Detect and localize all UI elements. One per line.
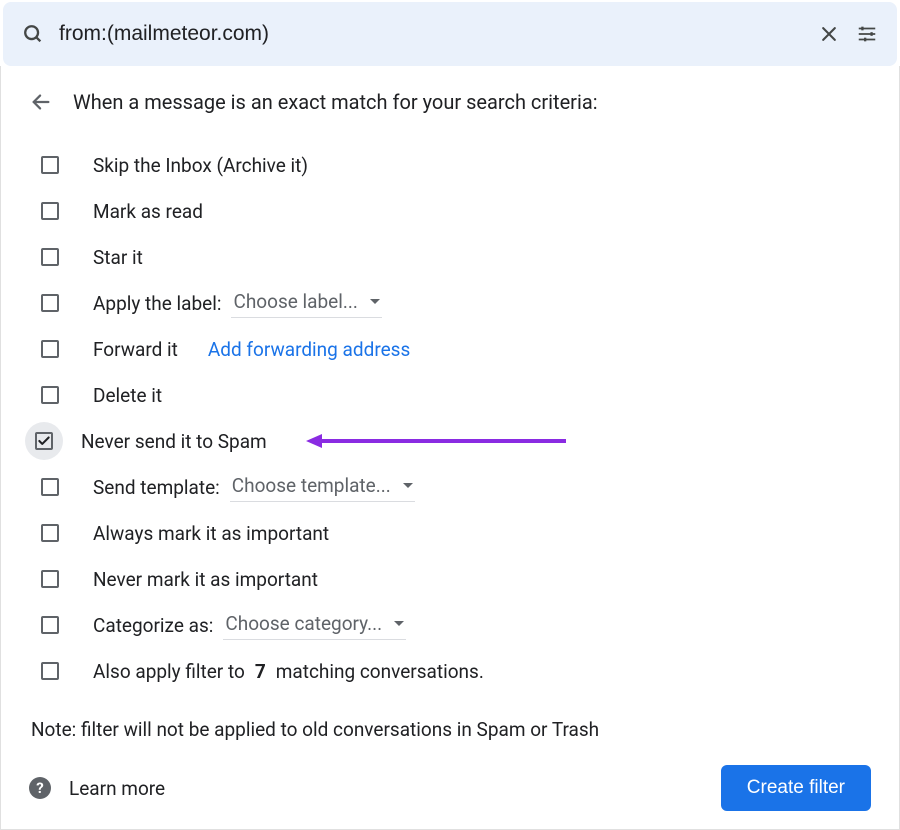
label-skip-inbox: Skip the Inbox (Archive it): [93, 154, 308, 177]
checkbox-also-apply[interactable]: [41, 662, 59, 680]
learn-more-link[interactable]: Learn more: [69, 777, 165, 800]
label-apply-label: Apply the label:: [93, 292, 221, 315]
dropdown-apply-label[interactable]: Choose label...: [231, 288, 381, 318]
panel-footer: ? Learn more Create filter: [29, 765, 871, 811]
label-categorize: Categorize as:: [93, 614, 213, 637]
dropdown-categorize[interactable]: Choose category...: [223, 610, 406, 640]
dropdown-send-template[interactable]: Choose template...: [230, 472, 415, 502]
back-arrow-icon[interactable]: [29, 90, 53, 114]
option-mark-read: Mark as read: [31, 188, 871, 234]
search-bar: [3, 2, 897, 66]
label-mark-read: Mark as read: [93, 200, 203, 223]
search-icon[interactable]: [21, 22, 45, 46]
filter-panel: When a message is an exact match for you…: [0, 66, 900, 830]
note-text: Note: filter will not be applied to old …: [31, 718, 871, 741]
checkbox-mark-read[interactable]: [41, 202, 59, 220]
chevron-down-icon: [370, 299, 380, 304]
option-star: Star it: [31, 234, 871, 280]
checkbox-never-spam[interactable]: [35, 432, 53, 450]
label-also-apply: Also apply filter to 7 matching conversa…: [93, 660, 484, 683]
option-never-spam: Never send it to Spam: [31, 418, 871, 464]
option-skip-inbox: Skip the Inbox (Archive it): [31, 142, 871, 188]
option-also-apply: Also apply filter to 7 matching conversa…: [31, 648, 871, 694]
panel-header: When a message is an exact match for you…: [29, 90, 871, 114]
label-send-template: Send template:: [93, 476, 220, 499]
checkbox-never-important[interactable]: [41, 570, 59, 588]
checkbox-forward[interactable]: [41, 340, 59, 358]
link-add-forwarding[interactable]: Add forwarding address: [208, 338, 410, 361]
learn-more-section: ? Learn more: [29, 777, 165, 800]
option-never-important: Never mark it as important: [31, 556, 871, 602]
create-filter-button[interactable]: Create filter: [721, 765, 871, 811]
label-never-spam: Never send it to Spam: [81, 430, 267, 453]
help-icon[interactable]: ?: [29, 777, 51, 799]
tune-icon[interactable]: [855, 22, 879, 46]
checkbox-skip-inbox[interactable]: [41, 156, 59, 174]
label-star: Star it: [93, 246, 143, 269]
option-delete: Delete it: [31, 372, 871, 418]
chevron-down-icon: [403, 483, 413, 488]
label-forward: Forward it: [93, 338, 178, 361]
checkbox-send-template[interactable]: [41, 478, 59, 496]
chevron-down-icon: [394, 621, 404, 626]
checkbox-always-important[interactable]: [41, 524, 59, 542]
checkbox-star[interactable]: [41, 248, 59, 266]
checkbox-categorize[interactable]: [41, 616, 59, 634]
option-apply-label: Apply the label: Choose label...: [31, 280, 871, 326]
checkbox-apply-label[interactable]: [41, 294, 59, 312]
label-never-important: Never mark it as important: [93, 568, 318, 591]
option-categorize: Categorize as: Choose category...: [31, 602, 871, 648]
panel-title: When a message is an exact match for you…: [73, 90, 598, 114]
clear-icon[interactable]: [817, 22, 841, 46]
label-always-important: Always mark it as important: [93, 522, 329, 545]
option-send-template: Send template: Choose template...: [31, 464, 871, 510]
label-delete: Delete it: [93, 384, 162, 407]
search-input[interactable]: [59, 22, 803, 46]
option-forward: Forward it Add forwarding address: [31, 326, 871, 372]
checkbox-delete[interactable]: [41, 386, 59, 404]
annotation-arrow-icon: [306, 431, 566, 451]
option-always-important: Always mark it as important: [31, 510, 871, 556]
